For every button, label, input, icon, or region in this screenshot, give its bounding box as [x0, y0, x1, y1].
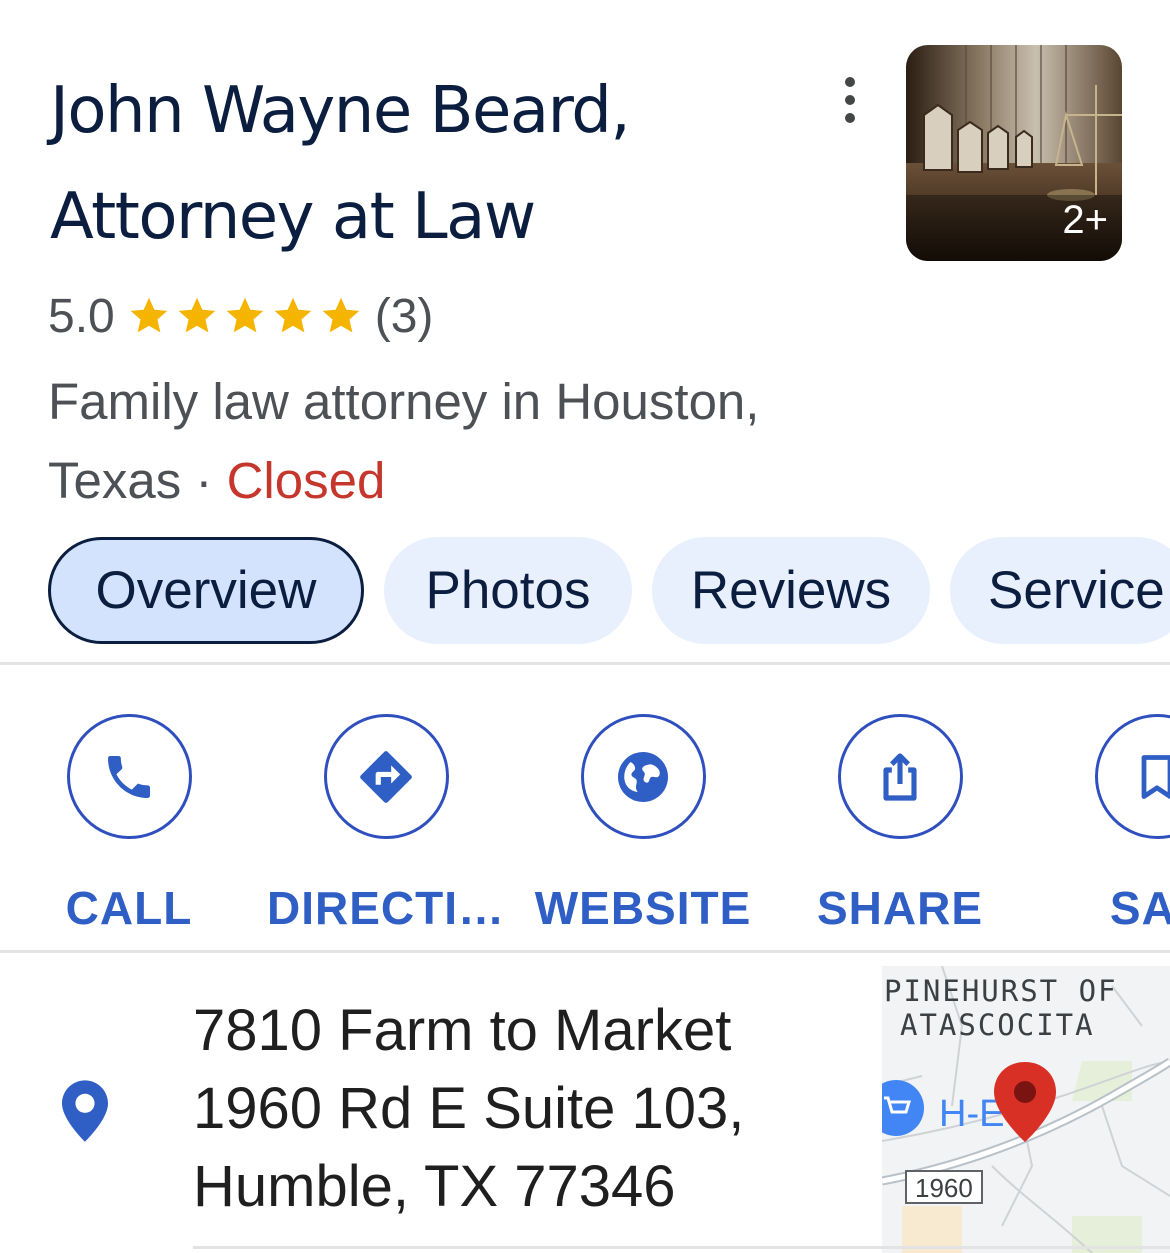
phone-icon — [108, 755, 150, 798]
photo-count: 2+ — [1062, 198, 1108, 242]
map-poi-label: H-E — [939, 1093, 1004, 1135]
category-line-2: Texas · — [48, 452, 227, 509]
map-preview[interactable]: PINEHURST OF ATASCOCITA H-E 1960 — [882, 966, 1170, 1253]
divider — [193, 1246, 1170, 1249]
review-count: (3) — [374, 289, 434, 343]
directions-label: DIRECTI… — [267, 882, 505, 934]
place-category: Family law attorney in Houston, Texas · … — [48, 362, 848, 520]
location-pin-icon — [62, 1080, 108, 1142]
save-circle — [1094, 714, 1170, 839]
address-line-1: 7810 Farm to Market — [193, 998, 732, 1063]
call-button[interactable]: CALL — [14, 714, 244, 935]
tab-overview[interactable]: Overview — [48, 537, 364, 644]
star-icon — [130, 297, 168, 333]
star-icon — [274, 297, 312, 333]
star-icon — [178, 297, 216, 333]
directions-button[interactable]: DIRECTI… — [267, 714, 504, 935]
tab-reviews[interactable]: Reviews — [652, 537, 930, 644]
share-label: SHARE — [816, 882, 984, 934]
star-rating — [127, 294, 363, 338]
save-label: SAV — [1109, 882, 1170, 934]
website-button[interactable]: WEBSITE — [528, 714, 758, 935]
star-icon — [226, 297, 264, 333]
map-area-label-2: ATASCOCITA — [900, 1008, 1095, 1042]
place-photo-thumbnail[interactable]: 2+ — [906, 45, 1122, 261]
rating-value: 5.0 — [48, 289, 115, 343]
title-line-1: John Wayne Beard, — [50, 74, 631, 148]
tab-service[interactable]: Service — [950, 537, 1170, 644]
star-icon — [322, 297, 360, 333]
map-area-label-1: PINEHURST OF — [884, 974, 1118, 1008]
address-line-3: Humble, TX 77346 — [193, 1154, 676, 1219]
rating-row[interactable]: 5.0 (3) — [48, 286, 433, 346]
road-shield-label: 1960 — [915, 1173, 973, 1203]
share-circle — [837, 714, 963, 839]
category-line-1: Family law attorney in Houston, — [48, 373, 760, 430]
title-line-2: Attorney at Law — [50, 180, 536, 254]
globe-icon — [618, 751, 668, 802]
divider — [0, 950, 1170, 953]
website-circle — [580, 714, 706, 839]
address[interactable]: 7810 Farm to Market 1960 Rd E Suite 103,… — [193, 992, 853, 1226]
save-button[interactable]: SAV — [1042, 714, 1170, 935]
address-line-2: 1960 Rd E Suite 103, — [193, 1076, 745, 1141]
map-tile: PINEHURST OF ATASCOCITA H-E 1960 — [882, 966, 1170, 1253]
divider — [0, 662, 1170, 665]
call-circle — [66, 714, 192, 839]
tab-photos[interactable]: Photos — [384, 537, 632, 644]
call-label: CALL — [65, 882, 193, 934]
share-icon — [883, 752, 917, 801]
tab-bar: Overview Photos Reviews Service — [48, 537, 1170, 644]
place-title: John Wayne Beard, Attorney at Law — [50, 58, 810, 270]
website-label: WEBSITE — [534, 882, 752, 934]
directions-circle — [323, 714, 449, 839]
open-status: Closed — [226, 452, 386, 509]
more-options-icon[interactable] — [828, 74, 872, 126]
share-button[interactable]: SHARE — [785, 714, 1015, 935]
bookmark-icon — [1141, 754, 1170, 799]
directions-icon — [360, 750, 412, 803]
